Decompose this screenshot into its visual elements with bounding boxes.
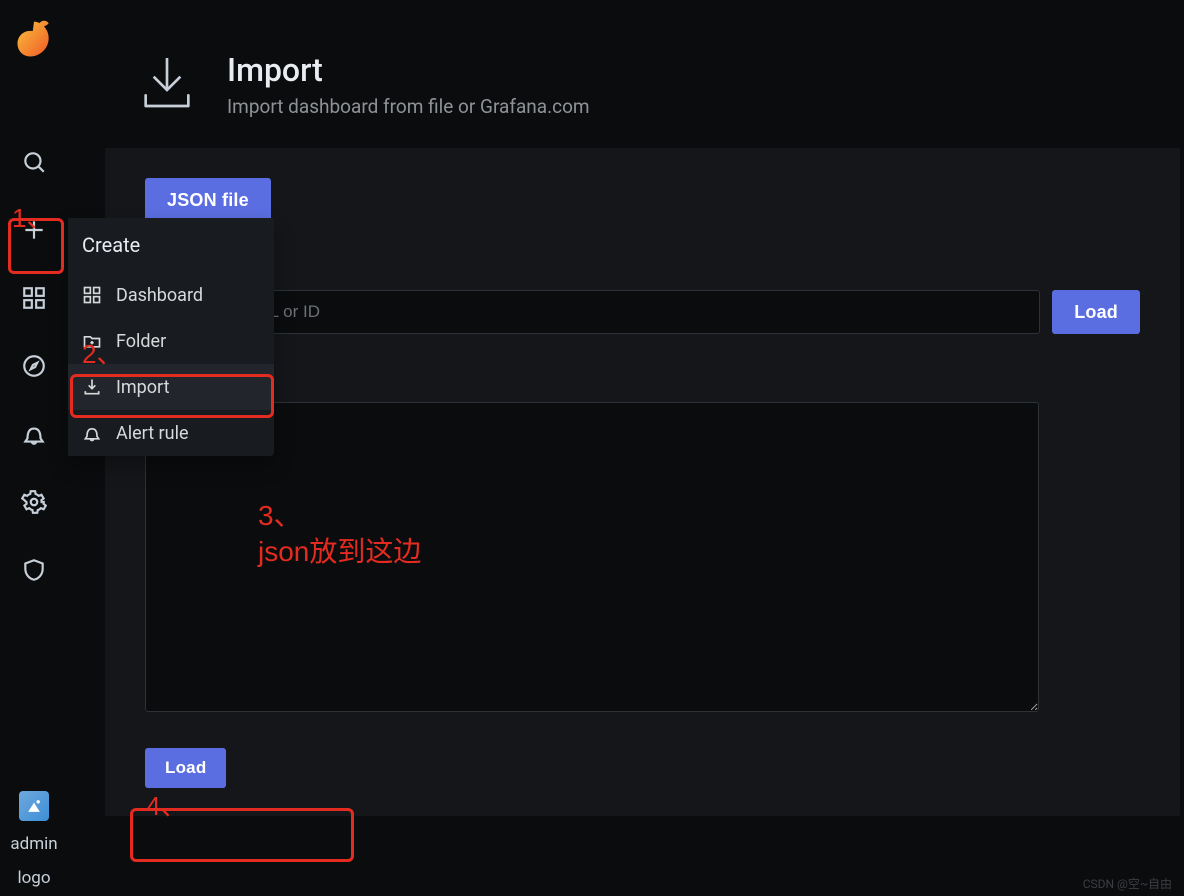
flyout-title: Create	[68, 218, 274, 272]
json-textarea[interactable]	[145, 402, 1039, 712]
admin-icon[interactable]	[0, 536, 68, 604]
page-header: Import Import dashboard from file or Gra…	[105, 10, 1184, 148]
load-grafana-button[interactable]: Load	[1052, 290, 1140, 334]
page-title: Import	[227, 51, 590, 89]
logout-label[interactable]: logo	[0, 868, 68, 888]
user-avatar[interactable]	[0, 784, 68, 828]
configuration-icon[interactable]	[0, 468, 68, 536]
apps-icon	[82, 285, 102, 305]
grafana-com-label: a.com	[145, 260, 1140, 280]
plus-icon[interactable]	[0, 196, 68, 264]
flyout-item-label: Alert rule	[116, 423, 189, 444]
flyout-item-folder[interactable]: Folder	[68, 318, 274, 364]
create-flyout: Create Dashboard Folder Import Alert rul…	[68, 218, 274, 456]
dashboards-icon[interactable]	[0, 264, 68, 332]
import-icon	[82, 377, 102, 397]
grafana-logo-icon[interactable]	[0, 6, 68, 74]
json-label: json	[145, 372, 1140, 392]
flyout-item-label: Folder	[116, 331, 166, 352]
upload-json-button[interactable]: JSON file	[145, 178, 271, 222]
bell-icon	[82, 423, 102, 443]
flyout-item-label: Dashboard	[116, 285, 203, 306]
flyout-item-dashboard[interactable]: Dashboard	[68, 272, 274, 318]
alerting-icon[interactable]	[0, 400, 68, 468]
import-icon	[135, 50, 199, 118]
page-subtitle: Import dashboard from file or Grafana.co…	[227, 95, 590, 118]
flyout-item-label: Import	[116, 377, 169, 398]
explore-icon[interactable]	[0, 332, 68, 400]
folder-plus-icon	[82, 331, 102, 351]
watermark: CSDN @空~自由	[1083, 875, 1172, 892]
flyout-item-import[interactable]: Import	[68, 364, 274, 410]
search-icon[interactable]	[0, 128, 68, 196]
admin-label: admin	[0, 834, 68, 854]
flyout-item-alert-rule[interactable]: Alert rule	[68, 410, 274, 456]
load-json-button[interactable]: Load	[145, 748, 226, 788]
sidebar: admin logo	[0, 0, 68, 896]
grafana-com-input[interactable]	[145, 290, 1040, 334]
